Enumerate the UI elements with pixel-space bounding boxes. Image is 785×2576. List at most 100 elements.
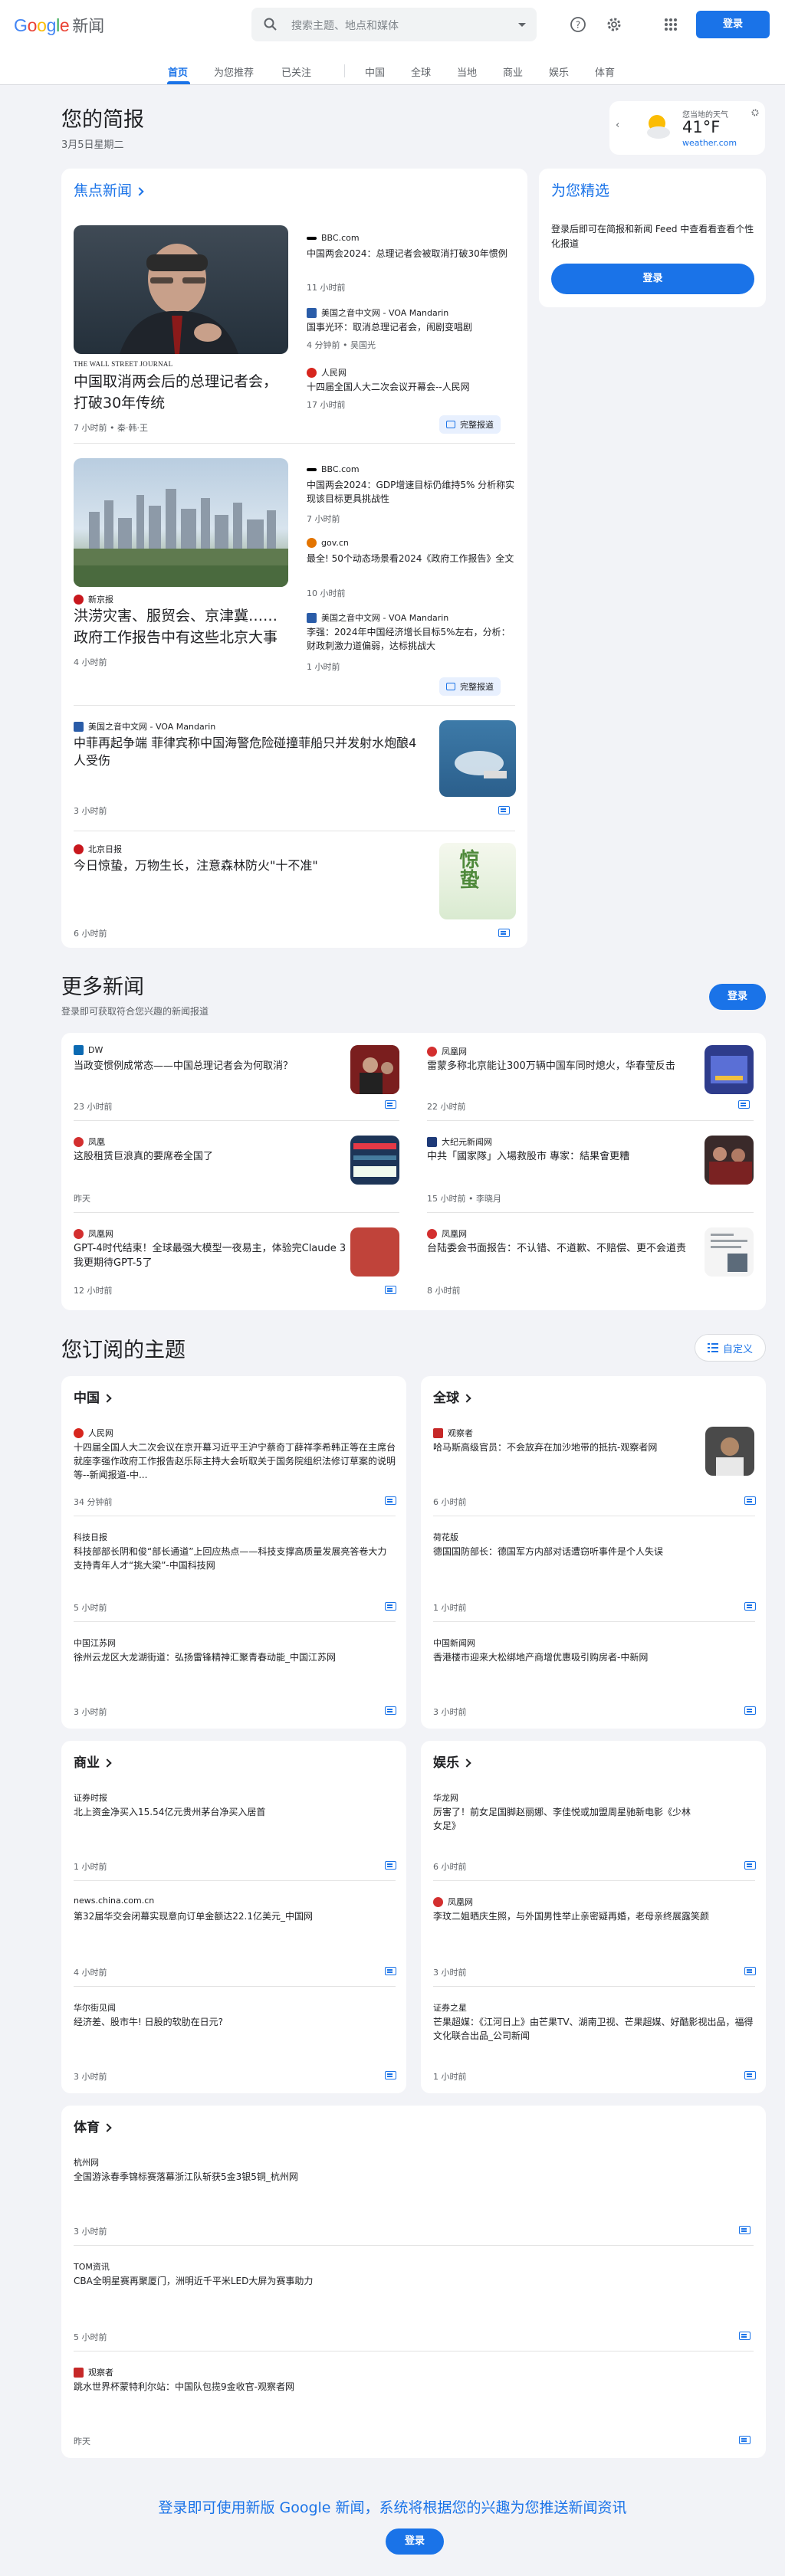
settings-gear-icon[interactable]	[604, 15, 624, 34]
topic-heading[interactable]: 娱乐	[433, 1752, 471, 1771]
related-headline[interactable]: 国事光环：取消总理记者会，闹剧变唱剧	[307, 320, 515, 334]
item-thumb[interactable]	[350, 1227, 399, 1277]
story-headline[interactable]: 洪涝灾害、服贸会、京津冀……政府工作报告中有这些北京大事	[74, 605, 288, 648]
item-headline[interactable]: 雷蒙多称北京能让300万辆中国车同时熄火，华春莹反击	[427, 1059, 703, 1073]
nav-tab-world[interactable]: 全球	[411, 64, 431, 79]
item-thumb[interactable]	[350, 1045, 399, 1094]
search-icon[interactable]	[263, 17, 278, 32]
item-headline[interactable]: 十四届全国人大二次会议在京开幕习近平王沪宁蔡奇丁薛祥李希韩正等在主席台就座李强作…	[74, 1440, 396, 1482]
item-headline[interactable]: 这股租赁巨浪真的要席卷全国了	[74, 1149, 350, 1164]
full-coverage-icon[interactable]	[739, 2436, 751, 2444]
related-headline[interactable]: 十四届全国人大二次会议开幕会--人民网	[307, 380, 515, 394]
search-box[interactable]: 搜索主题、地点和媒体	[251, 8, 537, 41]
topic-heading[interactable]: 商业	[74, 1752, 112, 1771]
item-thumb[interactable]	[350, 1136, 399, 1185]
full-coverage-icon[interactable]	[385, 1602, 396, 1611]
full-coverage-icon[interactable]	[385, 1861, 396, 1870]
full-coverage-icon[interactable]	[498, 806, 510, 814]
full-coverage-icon[interactable]	[498, 929, 510, 937]
full-coverage-icon[interactable]	[385, 1286, 396, 1294]
item-headline[interactable]: 中共「國家隊」入場救股市 專家：結果會更糟	[427, 1149, 703, 1164]
item-headline[interactable]: 哈马斯高级官员：不会放弃在加沙地带的抵抗-观察者网	[433, 1440, 686, 1454]
weather-settings-icon[interactable]	[751, 108, 760, 117]
item-headline[interactable]: CBA全明星赛再聚厦门，洲明近千平米LED大屏为赛事助力	[74, 2274, 733, 2288]
item-headline[interactable]: 李玟二姐晒庆生照，与外国男性举止亲密疑再婚，老母亲终展露笑颜	[433, 1909, 724, 1923]
full-coverage-icon[interactable]	[385, 1706, 396, 1715]
story-image-premier[interactable]	[74, 225, 288, 354]
full-coverage-icon[interactable]	[739, 2226, 751, 2234]
customize-button[interactable]: 自定义	[695, 1334, 766, 1362]
nav-tab-sports[interactable]: 体育	[595, 64, 615, 79]
story-thumb-jingzhe[interactable]: 惊蛰	[439, 843, 516, 919]
nav-tab-china[interactable]: 中国	[365, 64, 385, 79]
story-image-beijing[interactable]	[74, 458, 288, 587]
full-coverage-icon[interactable]	[744, 1861, 756, 1870]
related-headline[interactable]: 李强：2024年中国经济增长目标5%左右，分析：财政刺激力道偏弱，达标挑战大	[307, 625, 515, 653]
full-coverage-icon[interactable]	[744, 1496, 756, 1505]
weather-source-link[interactable]: weather.com	[682, 138, 737, 148]
topic-heading[interactable]: 全球	[433, 1387, 471, 1406]
picks-signin-button[interactable]: 登录	[551, 264, 754, 294]
nav-tab-local[interactable]: 当地	[457, 64, 477, 79]
item-headline[interactable]: 厉害了！前女足国脚赵丽娜、李佳悦或加盟周星驰新电影《少林女足》	[433, 1805, 694, 1833]
bjnews-icon	[74, 594, 84, 605]
item-headline[interactable]: 第32届华交会闭幕实现意向订单金额达22.1亿美元_中国网	[74, 1909, 396, 1923]
nav-tab-entertainment[interactable]: 娱乐	[549, 64, 569, 79]
google-news-logo[interactable]: Google 新闻	[14, 14, 104, 37]
full-coverage-button[interactable]: 完整报道	[439, 677, 501, 696]
nav-tab-business[interactable]: 商业	[503, 64, 523, 79]
item-headline[interactable]: 科技部部长阴和俊“部长通道”上回应热点——科技支撑高质量发展亮答卷大力支持青年人…	[74, 1545, 396, 1572]
item-headline[interactable]: 香港楼市迎来大松绑地产商增优惠吸引购房者-中新网	[433, 1650, 724, 1664]
full-coverage-button[interactable]: 完整报道	[439, 415, 501, 434]
topic-heading[interactable]: 中国	[74, 1387, 112, 1406]
signin-button[interactable]: 登录	[696, 11, 770, 38]
source-label: 新京报	[88, 595, 113, 605]
full-coverage-icon[interactable]	[385, 1967, 396, 1975]
item-headline[interactable]: 德国国防部长：德国军方内部对话遭窃听事件是个人失误	[433, 1545, 755, 1558]
nav-tab-following[interactable]: 已关注	[281, 64, 311, 79]
full-coverage-icon[interactable]	[738, 1100, 750, 1109]
weather-widget[interactable]: ‹ 您当地的天气 41°F weather.com	[609, 101, 765, 155]
thumb-photo	[711, 1234, 747, 1272]
full-coverage-icon[interactable]	[739, 2332, 751, 2340]
more-news-signin-button[interactable]: 登录	[709, 984, 766, 1010]
item-headline[interactable]: 当政变惯例成常态——中国总理记者会为何取消？	[74, 1059, 350, 1073]
full-coverage-icon[interactable]	[385, 1496, 396, 1505]
full-coverage-icon[interactable]	[744, 1706, 756, 1715]
weather-prev-icon[interactable]: ‹	[616, 120, 619, 131]
full-coverage-icon[interactable]	[385, 2071, 396, 2079]
nav-tab-home[interactable]: 首页	[168, 64, 188, 79]
item-headline[interactable]: 全国游泳春季锦标赛落幕浙江队斩获5金3银5铜_杭州网	[74, 2170, 733, 2184]
story-headline[interactable]: 中菲再起争端 菲律宾称中国海警危险碰撞菲船只并发射水炮酿4人受伤	[74, 734, 426, 769]
item-headline[interactable]: 跳水世界杯蒙特利尔站：中国队包揽9金收官-观察者网	[74, 2380, 733, 2394]
item-thumb[interactable]	[705, 1045, 754, 1094]
logo-suffix: 新闻	[72, 17, 104, 35]
item-thumb[interactable]	[705, 1136, 754, 1185]
help-icon[interactable]: ?	[568, 15, 588, 34]
topic-heading[interactable]: 体育	[74, 2116, 112, 2135]
top-stories-title[interactable]: 焦点新闻	[74, 179, 144, 200]
item-thumb[interactable]	[705, 1227, 754, 1277]
related-headline[interactable]: 中国两会2024：GDP增速目标仍维持5% 分析称实现该目标更具挑战性	[307, 478, 515, 506]
full-coverage-icon[interactable]	[385, 1100, 396, 1109]
item-headline[interactable]: GPT-4时代结束！全球最强大模型一夜易主，体验完Claude 3我更期待GPT…	[74, 1241, 350, 1270]
story-thumb-sea[interactable]	[439, 720, 516, 797]
full-coverage-icon[interactable]	[744, 1602, 756, 1611]
full-coverage-icon[interactable]	[744, 1967, 756, 1975]
footer-signin-button[interactable]: 登录	[386, 2528, 444, 2555]
full-coverage-icon[interactable]	[744, 2071, 756, 2079]
search-options-icon[interactable]	[518, 23, 526, 27]
item-meta: 5 小时前	[74, 1603, 107, 1613]
nav-tab-for-you[interactable]: 为您推荐	[214, 64, 254, 79]
item-headline[interactable]: 台陆委会书面报告：不认错、不道歉、不赔偿、更不会道责	[427, 1241, 703, 1256]
apps-grid-icon[interactable]	[661, 15, 681, 34]
item-headline[interactable]: 芒果超媒：《江河日上》由芒果TV、湖南卫视、芒果超媒、好酷影视出品，福得文化联合…	[433, 2015, 755, 2043]
item-headline[interactable]: 徐州云龙区大龙湖街道：弘扬雷锋精神汇聚青春动能_中国江苏网	[74, 1650, 365, 1664]
story-headline[interactable]: 今日惊蛰，万物生长，注意森林防火"十不准"	[74, 857, 426, 874]
item-thumb[interactable]	[705, 1427, 754, 1476]
item-headline[interactable]: 北上资金净买入15.54亿元贵州茅台净买入居首	[74, 1805, 396, 1819]
story-headline[interactable]: 中国取消两会后的总理记者会，打破30年传统	[74, 371, 288, 414]
related-headline[interactable]: 最全! 50个动态场景看2024《政府工作报告》全文	[307, 552, 515, 565]
related-headline[interactable]: 中国两会2024：总理记者会被取消打破30年惯例	[307, 247, 515, 261]
item-headline[interactable]: 经济差、股市牛! 日股的软肋在日元?	[74, 2015, 396, 2029]
